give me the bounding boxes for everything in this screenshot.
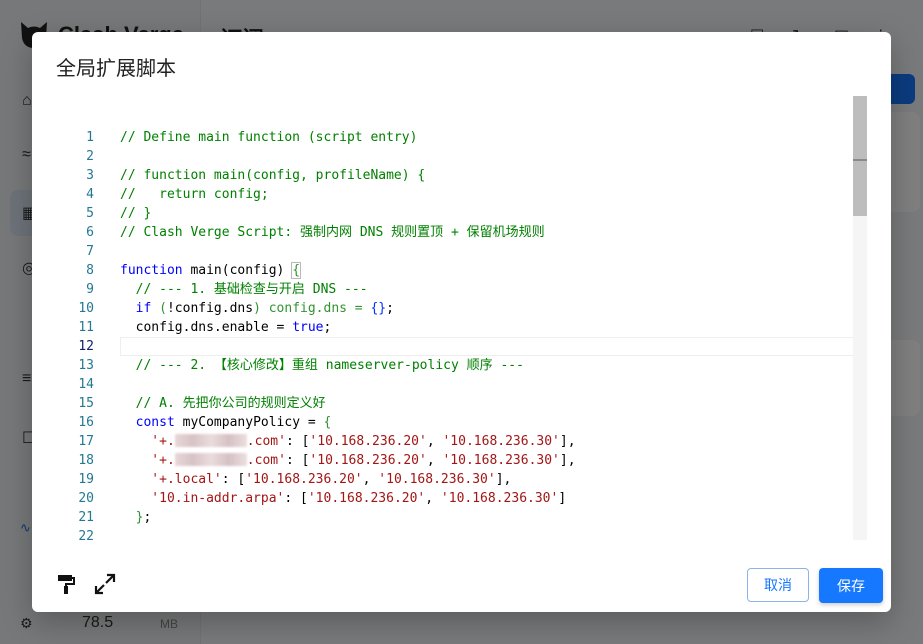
code-line: 13 // --- 2. 【核心修改】重组 nameserver-policy … xyxy=(56,356,867,375)
save-button[interactable]: 保存 xyxy=(819,568,883,603)
code-text: '10.in-addr.arpa': ['10.168.236.20', '10… xyxy=(120,491,567,506)
code-text: // } xyxy=(120,206,152,221)
code-text: '+.local': ['10.168.236.20', '10.168.236… xyxy=(120,472,512,487)
line-number: 21 xyxy=(78,510,94,525)
line-number: 18 xyxy=(78,453,94,468)
line-number: 14 xyxy=(78,377,94,392)
scrollbar-thumb[interactable] xyxy=(853,96,867,216)
code-line: 20 '10.in-addr.arpa': ['10.168.236.20', … xyxy=(56,489,867,508)
code-line: 5 // } xyxy=(56,204,867,223)
line-number: 5 xyxy=(86,206,94,221)
redacted-domain xyxy=(174,453,247,466)
cancel-button[interactable]: 取消 xyxy=(747,568,809,602)
code-line: 3 // function main(config, profileName) { xyxy=(56,166,867,185)
code-text: // A. 先把你公司的规则定义好 xyxy=(120,396,326,411)
code-line: 21 }; xyxy=(56,508,867,527)
line-number: 20 xyxy=(78,491,94,506)
cursor-position-marker xyxy=(853,159,867,161)
line-number: 16 xyxy=(78,415,94,430)
script-dialog: 全局扩展脚本 1 // Define main function (script … xyxy=(32,32,891,612)
code-text: }; xyxy=(135,510,152,525)
code-text: if (!config.dns) config.dns = {}; xyxy=(135,301,394,316)
line-number: 3 xyxy=(86,168,94,183)
code-line: 9 // --- 1. 基础检查与开启 DNS --- xyxy=(56,280,867,299)
code-text: // Define main function (script entry) xyxy=(120,130,418,145)
editor-scrollbar[interactable] xyxy=(853,96,867,540)
line-number: 7 xyxy=(86,244,94,259)
line-number: 12 xyxy=(78,339,94,354)
line-number: 15 xyxy=(78,396,94,411)
code-text: // --- 1. 基础检查与开启 DNS --- xyxy=(120,282,368,297)
line-number: 1 xyxy=(86,130,94,145)
code-line: 6 // Clash Verge Script: 强制内网 DNS 规则置顶 + … xyxy=(56,223,867,242)
code-text: // --- 2. 【核心修改】重组 nameserver-policy 顺序 … xyxy=(120,358,524,373)
code-text: // return config; xyxy=(120,187,269,202)
paint-roller-icon[interactable] xyxy=(56,573,78,595)
code-line: 10 if (!config.dns) config.dns = {}; xyxy=(56,299,867,318)
line-number: 4 xyxy=(86,187,94,202)
line-number: 8 xyxy=(86,263,94,278)
code-text: config.dns.enable = true; xyxy=(120,320,332,335)
line-number: 13 xyxy=(78,358,94,373)
line-number: 11 xyxy=(78,320,94,335)
cursor-line-highlight xyxy=(120,337,867,356)
line-number: 19 xyxy=(78,472,94,487)
line-number: 22 xyxy=(78,529,94,540)
line-number: 2 xyxy=(86,149,94,164)
code-line: 14 xyxy=(56,375,867,394)
code-text: '+. .com': ['10.168.236.20', '10.168.236.… xyxy=(120,453,576,468)
code-line: 7 xyxy=(56,242,867,261)
expand-icon[interactable] xyxy=(94,573,116,595)
code-line: 1 // Define main function (script entry) xyxy=(56,128,867,147)
line-number: 6 xyxy=(86,225,94,240)
code-text: function main(config) { xyxy=(120,262,302,279)
line-number: 17 xyxy=(78,434,94,449)
code-line: 8 function main(config) { xyxy=(56,261,867,280)
code-line: 2 xyxy=(56,147,867,166)
code-text: '+. .com': ['10.168.236.20', '10.168.236.… xyxy=(120,434,576,449)
dialog-title: 全局扩展脚本 xyxy=(56,56,176,80)
code-line-current[interactable]: 12 xyxy=(56,337,867,356)
code-line: 15 // A. 先把你公司的规则定义好 xyxy=(56,394,867,413)
code-line: 18 '+. .com': ['10.168.236.20', '10.168.2… xyxy=(56,451,867,470)
code-line: 19 '+.local': ['10.168.236.20', '10.168.… xyxy=(56,470,867,489)
redacted-domain xyxy=(174,434,247,447)
code-line: 4 // return config; xyxy=(56,185,867,204)
code-text: // function main(config, profileName) { xyxy=(120,168,426,183)
code-line: 22 xyxy=(56,527,867,540)
code-text: // Clash Verge Script: 强制内网 DNS 规则置顶 + 保… xyxy=(120,225,545,240)
code-lines: 1// Define main function (script entry) … xyxy=(56,128,867,540)
code-editor[interactable]: 1// Define main function (script entry) … xyxy=(56,96,867,540)
line-number: 9 xyxy=(86,282,94,297)
line-number: 10 xyxy=(78,301,94,316)
code-line: 17 '+. .com': ['10.168.236.20', '10.168.2… xyxy=(56,432,867,451)
code-line: 16 const myCompanyPolicy = { xyxy=(56,413,867,432)
code-text: const myCompanyPolicy = { xyxy=(135,415,332,430)
code-line: 11 config.dns.enable = true; xyxy=(56,318,867,337)
